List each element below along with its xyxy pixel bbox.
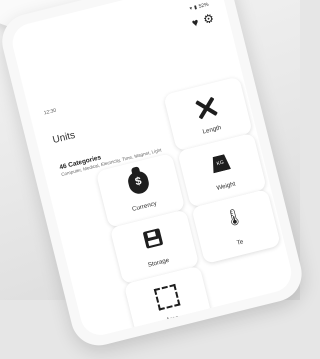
status-bar: ▾ ▮ 52% bbox=[189, 2, 209, 12]
weight-badge: KG bbox=[216, 159, 225, 168]
gear-icon[interactable]: ⚙ bbox=[202, 11, 216, 27]
weight-icon: KG bbox=[180, 142, 261, 180]
phone-body: ▾ ▮ 52% ♥ ⚙ 12:30 Units 46 Categories Co… bbox=[0, 0, 308, 352]
app-screen: ▾ ▮ 52% ♥ ⚙ 12:30 Units 46 Categories Co… bbox=[8, 0, 296, 340]
currency-symbol: $ bbox=[133, 175, 143, 189]
page-title: Units bbox=[51, 129, 77, 147]
heart-icon[interactable]: ♥ bbox=[191, 17, 200, 30]
wifi-icon: ▾ bbox=[189, 5, 193, 13]
signal-icon: ▮ bbox=[193, 4, 198, 12]
thermometer-icon: 🌡 bbox=[222, 207, 246, 229]
status-time: 12:30 bbox=[43, 107, 57, 117]
battery-level: 52% bbox=[198, 1, 210, 10]
phone-mockup: ▾ ▮ 52% ♥ ⚙ 12:30 Units 46 Categories Co… bbox=[0, 0, 320, 352]
floppy-disk-icon bbox=[112, 219, 192, 256]
card-label: Te bbox=[236, 238, 245, 247]
